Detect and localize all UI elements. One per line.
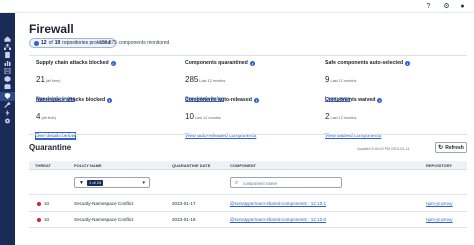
updated-timestamp: Updated 5:46:43 PM 2024-03-14 <box>357 147 410 151</box>
info-icon[interactable]: i <box>110 60 116 66</box>
page-title: Firewall <box>29 22 74 36</box>
table-row[interactable]: 10 Security-Namespace Conflict 2023-01-1… <box>29 212 467 228</box>
metrics-divider <box>29 134 467 135</box>
column-header-repository[interactable]: REPOSITORY <box>426 163 452 168</box>
table-row[interactable]: 10 Security-Namespace Conflict 2023-01-1… <box>29 196 467 212</box>
column-header-threat[interactable]: THREAT <box>35 163 51 168</box>
chevron-down-icon: ▾ <box>142 180 145 186</box>
refresh-icon: ↻ <box>438 144 444 151</box>
component-search-input[interactable] <box>243 179 339 187</box>
header-divider <box>29 55 467 56</box>
threat-level-indicator <box>37 218 41 222</box>
info-icon[interactable]: i <box>377 97 383 103</box>
home-icon[interactable] <box>4 36 11 42</box>
quarantine-title: Quarantine <box>29 143 72 152</box>
filter-count-badge: 1 of 24 <box>87 180 104 186</box>
policy-filter-dropdown[interactable]: ▼ 1 of 24 ▾ <box>74 177 150 188</box>
settings-icon[interactable] <box>4 118 11 124</box>
table-filter-row: ▼ 1 of 24 ▾ ⌕ <box>29 171 467 195</box>
metric-components-auto-released: Components auto-released i 10Last 12 mont… <box>185 97 259 139</box>
filter-icon: ▼ <box>79 180 84 186</box>
threat-score: 10 <box>44 217 50 222</box>
info-icon[interactable]: i <box>253 97 259 103</box>
document-icon[interactable] <box>4 52 11 58</box>
components-icon[interactable] <box>4 76 11 82</box>
hierarchy-icon[interactable] <box>4 44 11 50</box>
refresh-button[interactable]: ↻ Refresh <box>435 142 467 153</box>
quarantine-date: 2023-01-17 <box>172 201 196 206</box>
column-header-quarantine-date[interactable]: QUARANTINE DATE <box>172 163 210 168</box>
info-icon[interactable]: i <box>249 60 255 66</box>
threat-level-indicator <box>37 202 41 206</box>
help-icon[interactable]: ? <box>425 3 432 10</box>
component-link[interactable]: @sonatype/react-shared-components : 12.1… <box>230 201 326 206</box>
metric-components-waived: Components waived i 2Last 12 months View … <box>325 97 383 139</box>
policy-name: Security-Namespace Conflict <box>74 201 134 206</box>
quarantine-date: 2023-01-18 <box>172 217 196 222</box>
database-icon[interactable] <box>4 84 11 90</box>
gear-icon[interactable]: ⚙ <box>443 3 450 10</box>
main-content: Firewall 12 of 19 repositories protected… <box>15 13 474 245</box>
side-navigation <box>0 13 15 245</box>
components-monitored: 156,675 components monitored <box>99 40 170 46</box>
info-icon[interactable]: i <box>107 97 113 103</box>
policy-icon[interactable] <box>4 68 11 74</box>
component-search-field: ⌕ <box>230 177 342 188</box>
top-bar: ? ⚙ ● <box>0 0 474 13</box>
info-icon[interactable]: i <box>405 60 411 66</box>
search-icon: ⌕ <box>235 180 239 186</box>
wrench-icon[interactable] <box>4 102 11 108</box>
component-link[interactable]: @sonatype/react-shared-components : 12.1… <box>230 217 326 222</box>
bolt-icon[interactable] <box>4 110 11 116</box>
user-icon[interactable]: ● <box>459 3 466 10</box>
column-header-policy-name[interactable]: POLICY NAME <box>74 163 102 168</box>
shield-check-icon <box>34 40 39 46</box>
reports-icon[interactable] <box>4 60 11 66</box>
column-header-component[interactable]: COMPONENT <box>230 163 256 168</box>
repository-link[interactable]: npm-js-proxy <box>426 201 453 206</box>
repository-link[interactable]: npm-js-proxy <box>426 217 453 222</box>
threat-score: 10 <box>44 201 50 206</box>
table-header: THREAT POLICY NAME QUARANTINE DATE COMPO… <box>29 161 467 170</box>
policy-name: Security-Namespace Conflict <box>74 217 134 222</box>
shield-icon[interactable] <box>4 93 11 99</box>
metric-namespace-attacks: Namespace attacks blocked i 4(all time) S… <box>34 97 113 140</box>
